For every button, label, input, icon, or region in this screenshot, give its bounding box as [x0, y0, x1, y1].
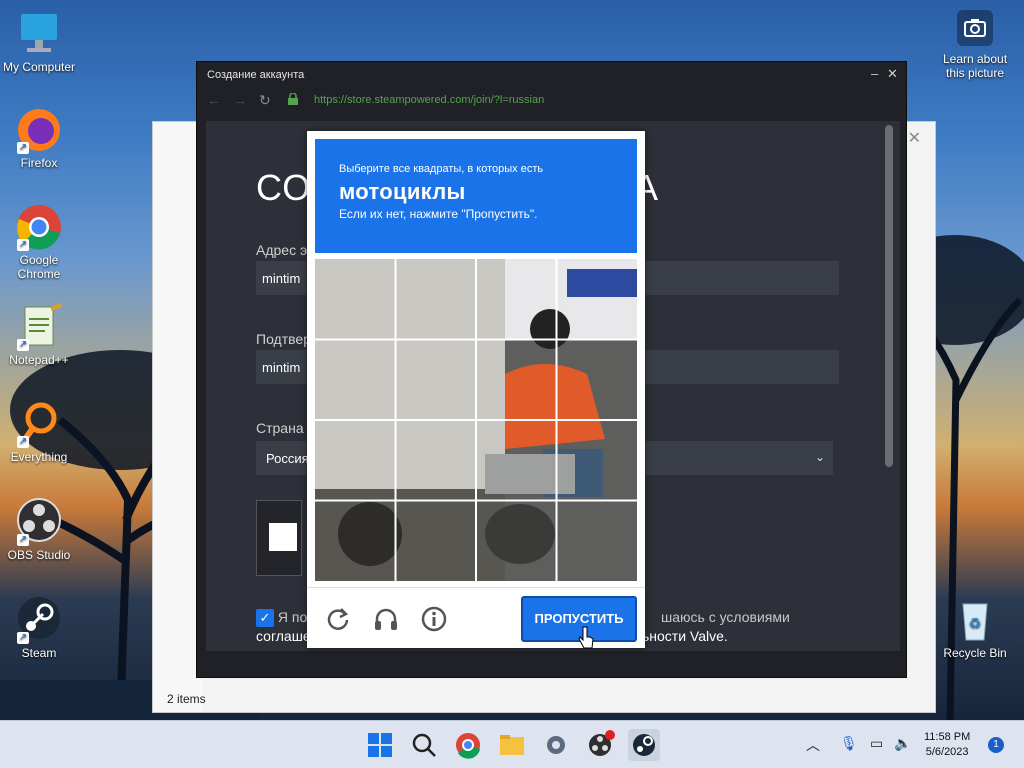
camera-icon: [957, 10, 993, 46]
notepadpp-icon: ↗: [15, 303, 63, 351]
captcha-footer: ПРОПУСТИТЬ: [307, 587, 645, 648]
desktop-icon-recycle-bin[interactable]: ♻ Recycle Bin: [936, 596, 1014, 660]
window-title: Создание аккаунта: [207, 69, 305, 81]
desktop-icon-label: Firefox: [20, 156, 58, 170]
captcha-instruction-top: Выберите все квадраты, в которых есть: [339, 163, 544, 175]
learn-about-label: Learn about this picture: [942, 52, 1008, 80]
obs-icon: ↗: [15, 498, 63, 546]
svg-text:♻: ♻: [969, 615, 982, 631]
url-text[interactable]: https://store.steampowered.com/join/?l=r…: [314, 94, 544, 106]
settings-gear-icon[interactable]: [540, 729, 572, 761]
confirm-email-label: Подтвер: [256, 331, 311, 347]
desktop-icon-my-computer[interactable]: My Computer: [0, 10, 78, 74]
lock-icon: [288, 93, 298, 105]
explorer-close-icon[interactable]: ✕: [908, 128, 921, 148]
network-icon[interactable]: ▭: [870, 735, 883, 752]
everything-search-icon: ↗: [15, 400, 63, 448]
agree-text-suffix: шаюсь с условиями: [661, 609, 790, 625]
captcha-instruction-panel: Выберите все квадраты, в которых есть мо…: [315, 139, 637, 253]
volume-icon[interactable]: 🔈: [894, 735, 911, 752]
agree-line2-left[interactable]: соглаше: [256, 628, 311, 644]
hand-cursor-icon: [578, 626, 594, 649]
clock-time: 11:58 PM: [924, 731, 971, 743]
desktop-icon-label: OBS Studio: [7, 548, 71, 562]
captcha-grid-lines: [315, 259, 637, 581]
audio-challenge-icon[interactable]: [373, 606, 399, 632]
learn-about-picture[interactable]: Learn about this picture: [936, 10, 1014, 80]
chrome-taskbar-icon[interactable]: [452, 729, 484, 761]
steam-taskbar-icon[interactable]: [628, 729, 660, 761]
shortcut-arrow-icon: ↗: [17, 142, 29, 154]
page-scrollbar[interactable]: [885, 125, 893, 467]
info-icon[interactable]: [421, 606, 447, 632]
url-bar: ← → ↻ https://store.steampowered.com/joi…: [197, 88, 906, 112]
forward-icon[interactable]: →: [233, 92, 247, 108]
chevron-down-icon: ⌄: [814, 450, 825, 464]
desktop-icon-chrome[interactable]: ↗ Google Chrome: [0, 203, 78, 281]
desktop-icon-obs[interactable]: ↗ OBS Studio: [0, 498, 78, 562]
shortcut-arrow-icon: ↗: [17, 632, 29, 644]
desktop-icon-label: Steam: [21, 646, 57, 660]
agree-row: ✓ Я по шаюсь с условиями: [256, 609, 790, 628]
microphone-icon[interactable]: 🎙: [840, 735, 858, 752]
search-icon[interactable]: [408, 729, 440, 761]
shortcut-arrow-icon: ↗: [17, 534, 29, 546]
back-icon[interactable]: ←: [207, 92, 221, 108]
refresh-icon[interactable]: [325, 606, 351, 632]
captcha-target: мотоциклы: [339, 179, 466, 204]
desktop-icon-everything[interactable]: ↗ Everything: [0, 400, 78, 464]
recaptcha-checkbox[interactable]: [269, 523, 297, 551]
shortcut-arrow-icon: ↗: [17, 339, 29, 351]
shortcut-arrow-icon: ↗: [17, 436, 29, 448]
file-explorer-taskbar-icon[interactable]: [496, 729, 528, 761]
firefox-icon: ↗: [15, 106, 63, 154]
notification-badge[interactable]: 1: [988, 737, 1004, 753]
desktop-icon-notepadpp[interactable]: ↗ Notepad++: [0, 303, 78, 367]
desktop-icon-label: Notepad++: [9, 353, 69, 367]
desktop-icon-label: Google Chrome: [17, 253, 61, 281]
recaptcha-widget[interactable]: [256, 500, 302, 576]
agree-checkbox[interactable]: ✓: [256, 609, 274, 628]
email-label: Адрес э: [256, 242, 308, 258]
recycle-bin-icon: ♻: [951, 596, 999, 644]
country-label: Страна: [256, 420, 304, 436]
minimize-icon[interactable]: –: [871, 66, 878, 81]
hcaptcha-challenge[interactable]: Выберите все квадраты, в которых есть мо…: [307, 131, 645, 648]
obs-taskbar-icon[interactable]: [584, 729, 616, 761]
steam-icon: ↗: [15, 596, 63, 644]
desktop-icon-steam[interactable]: ↗ Steam: [0, 596, 78, 660]
steam-title-bar: Создание аккаунта – ✕: [197, 62, 906, 88]
explorer-status: 2 items: [167, 692, 206, 706]
clock-date: 5/6/2023: [925, 746, 969, 758]
desktop-icon-label: Everything: [10, 450, 68, 464]
chrome-icon: ↗: [15, 203, 63, 251]
desktop-icon-label: My Computer: [2, 60, 76, 74]
clock[interactable]: 11:58 PM 5/6/2023: [924, 730, 970, 760]
monitor-icon: [15, 10, 63, 58]
reload-icon[interactable]: ↻: [259, 92, 271, 109]
captcha-instruction-bottom: Если их нет, нажмите "Пропустить".: [339, 207, 538, 221]
chevron-up-icon[interactable]: ︿: [806, 735, 820, 755]
start-icon[interactable]: [364, 729, 396, 761]
agree-line2-right[interactable]: ьности Valve.: [642, 628, 728, 644]
agree-text-prefix: Я по: [277, 609, 308, 625]
country-value: Россия: [266, 451, 309, 466]
taskbar: ︿ 🎙 ▭ 🔈 11:58 PM 5/6/2023 1: [0, 720, 1024, 768]
desktop-icon-firefox[interactable]: ↗ Firefox: [0, 106, 78, 170]
desktop-icon-label: Recycle Bin: [943, 646, 1007, 660]
shortcut-arrow-icon: ↗: [17, 239, 29, 251]
close-icon[interactable]: ✕: [887, 66, 898, 82]
page-heading-left: СО: [256, 167, 312, 208]
